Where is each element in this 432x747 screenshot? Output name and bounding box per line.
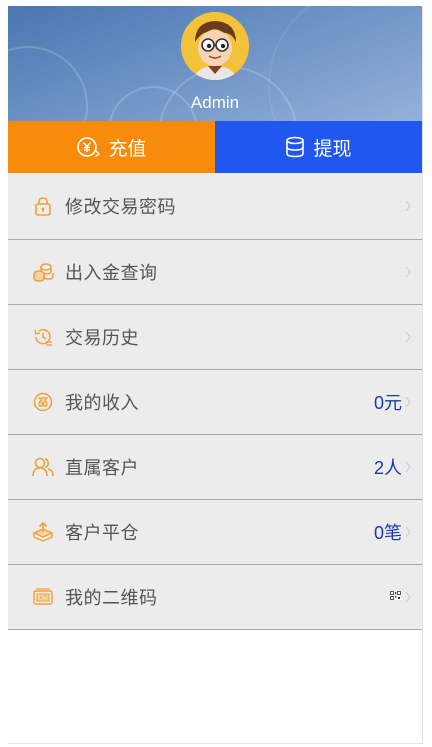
menu-item-my-income[interactable]: 我的收入 0元	[8, 370, 422, 435]
money-bag-icon	[32, 391, 54, 413]
profile-header: Admin	[8, 6, 422, 121]
lock-icon	[32, 195, 54, 217]
action-bar: 充值 提现	[8, 121, 422, 173]
recharge-label: 充值	[108, 137, 147, 160]
income-value: 0元	[373, 393, 402, 413]
menu-item-label: 直属客户	[65, 458, 139, 479]
username: Admin	[190, 93, 240, 112]
menu-item-trade-history[interactable]: 交易历史	[8, 305, 422, 370]
cartoon-avatar-icon	[181, 12, 249, 80]
chevron-right-icon	[405, 396, 411, 408]
menu-item-label: 修改交易密码	[65, 197, 176, 218]
yen-coin-icon	[77, 137, 101, 158]
qrcode-card-icon	[32, 586, 54, 608]
upload-box-icon	[32, 521, 54, 543]
chevron-right-icon	[405, 526, 411, 538]
withdraw-button[interactable]: 提现	[215, 121, 422, 173]
database-icon	[286, 136, 305, 158]
chevron-right-icon	[405, 591, 411, 603]
chevron-right-icon	[405, 200, 411, 212]
blank-area	[8, 630, 422, 740]
menu-item-direct-clients[interactable]: 直属客户 2人	[8, 435, 422, 500]
coins-icon	[32, 261, 54, 283]
chevron-right-icon	[405, 266, 411, 278]
avatar[interactable]	[181, 12, 249, 80]
chevron-right-icon	[405, 331, 411, 343]
menu-item-label: 交易历史	[65, 328, 139, 349]
menu-item-my-qrcode[interactable]: 我的二维码	[8, 565, 422, 630]
app-frame: Admin 充值 提现 修改交易密码 出入金查询 交易历史 我的收入 0元 直属…	[8, 6, 423, 744]
recharge-button[interactable]: 充值	[8, 121, 215, 173]
menu-item-label: 我的收入	[65, 393, 139, 414]
menu-item-change-trade-password[interactable]: 修改交易密码	[8, 173, 422, 240]
users-icon	[32, 456, 54, 478]
clients-value: 2人	[373, 458, 402, 478]
menu-item-fund-query[interactable]: 出入金查询	[8, 240, 422, 305]
menu-item-label: 客户平仓	[65, 523, 139, 544]
menu-list: 修改交易密码 出入金查询 交易历史 我的收入 0元 直属客户 2人 客户平仓 0…	[8, 173, 422, 630]
chevron-right-icon	[405, 461, 411, 473]
withdraw-label: 提现	[313, 137, 352, 160]
menu-item-label: 我的二维码	[65, 588, 158, 609]
history-clock-icon	[32, 326, 54, 348]
menu-item-label: 出入金查询	[65, 263, 158, 284]
close-position-value: 0笔	[373, 523, 402, 543]
qrcode-thumbnail-icon	[390, 591, 401, 603]
menu-item-client-close-position[interactable]: 客户平仓 0笔	[8, 500, 422, 565]
